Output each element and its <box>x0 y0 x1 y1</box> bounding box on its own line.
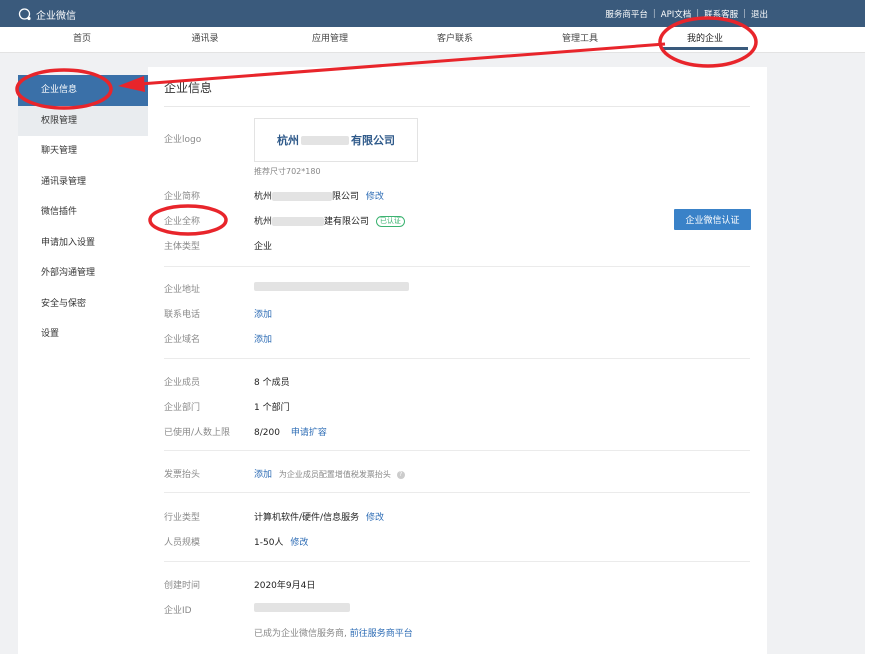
created-time-label: 创建时间 <box>164 581 201 591</box>
member-limit-value: 8/200 申请扩容 <box>254 425 327 438</box>
sidebar-item-contacts-management[interactable]: 通讯录管理 <box>18 167 148 198</box>
top-bar: 企业微信 服务商平台 | API文档 | 联系客服 | 退出 <box>0 0 865 27</box>
redacted-block <box>272 217 325 226</box>
full-name-label: 企业全称 <box>164 217 201 227</box>
member-limit-label: 已使用/人数上限 <box>164 428 231 438</box>
section-divider <box>164 561 750 562</box>
address-label: 企业地址 <box>164 285 201 295</box>
logo-text-end: 有限公司 <box>351 134 395 147</box>
full-name-value: 杭州 建有限公司 已认证 <box>254 214 405 227</box>
edit-industry-link[interactable]: 修改 <box>366 513 384 523</box>
full-name-suffix: 建有限公司 <box>324 217 370 227</box>
invoice-value: 添加 为企业成员配置增值税发票抬头 ? <box>254 467 405 480</box>
short-name-suffix: 限公司 <box>332 192 360 202</box>
verified-badge: 已认证 <box>375 216 405 227</box>
section-divider <box>164 450 750 451</box>
active-tab-indicator <box>663 47 748 50</box>
sidebar-item-join-settings[interactable]: 申请加入设置 <box>18 228 148 259</box>
divider: | <box>652 9 656 19</box>
logo-text-start: 杭州 <box>277 134 299 147</box>
members-label: 企业成员 <box>164 378 201 388</box>
divider: | <box>743 9 746 19</box>
wecom-certify-button[interactable]: 企业微信认证 <box>674 209 751 230</box>
sidebar-item-settings[interactable]: 设置 <box>18 319 148 350</box>
add-phone-link[interactable]: 添加 <box>254 307 272 320</box>
phone-label: 联系电话 <box>164 310 201 320</box>
redacted-block <box>254 603 350 612</box>
sidebar-item-permissions[interactable]: 权限管理 <box>18 105 148 136</box>
help-icon[interactable]: ? <box>396 470 405 479</box>
app-name: 企业微信 <box>36 10 76 22</box>
corp-id-value <box>254 603 350 613</box>
edit-staff-size-link[interactable]: 修改 <box>290 538 308 548</box>
tab-management-tools[interactable]: 管理工具 <box>540 27 620 52</box>
invoice-note: 为企业成员配置增值税发票抬头 <box>278 470 391 479</box>
sidebar-item-company-info[interactable]: 企业信息 <box>18 75 148 106</box>
logo-size-hint: 推荐尺寸702*180 <box>254 167 321 176</box>
top-links: 服务商平台 | API文档 | 联系客服 | 退出 <box>605 8 768 20</box>
sidebar-item-chat-management[interactable]: 聊天管理 <box>18 136 148 167</box>
full-name-prefix: 杭州 <box>254 217 273 227</box>
staff-size-label: 人员规模 <box>164 538 201 548</box>
sidebar-item-external-communication[interactable]: 外部沟通管理 <box>18 258 148 289</box>
staff-size-text: 1-50人 <box>254 538 284 548</box>
provider-note-text: 已成为企业微信服务商, <box>254 629 347 639</box>
link-provider-platform[interactable]: 服务商平台 <box>605 8 648 20</box>
add-domain-link[interactable]: 添加 <box>254 332 272 345</box>
departments-label: 企业部门 <box>164 403 201 413</box>
staff-size-value: 1-50人 修改 <box>254 535 308 548</box>
page-title: 企业信息 <box>164 81 213 95</box>
sidebar-item-security[interactable]: 安全与保密 <box>18 289 148 320</box>
corp-id-label: 企业ID <box>164 606 192 616</box>
request-expansion-link[interactable]: 申请扩容 <box>291 428 327 438</box>
short-name-label: 企业简称 <box>164 192 201 202</box>
entity-type-label: 主体类型 <box>164 242 201 252</box>
industry-value: 计算机软件/硬件/信息服务 修改 <box>254 510 384 523</box>
industry-text: 计算机软件/硬件/信息服务 <box>254 513 360 523</box>
invoice-label: 发票抬头 <box>164 470 201 480</box>
departments-value: 1 个部门 <box>254 403 290 413</box>
wecom-logo-icon <box>18 7 31 20</box>
tab-contacts[interactable]: 通讯录 <box>165 27 245 52</box>
redacted-block <box>272 192 333 201</box>
logo-label: 企业logo <box>164 135 202 145</box>
created-time-value: 2020年9月4日 <box>254 581 316 591</box>
provider-note: 已成为企业微信服务商, 前往服务商平台 <box>254 626 413 639</box>
industry-label: 行业类型 <box>164 513 201 523</box>
tab-home[interactable]: 首页 <box>42 27 122 52</box>
redacted-block <box>301 135 349 145</box>
divider: | <box>696 9 700 19</box>
tab-apps[interactable]: 应用管理 <box>290 27 370 52</box>
link-logout[interactable]: 退出 <box>751 8 768 20</box>
edit-short-name-link[interactable]: 修改 <box>366 192 384 202</box>
tab-customer-contact[interactable]: 客户联系 <box>415 27 495 52</box>
short-name-value: 杭州 限公司 修改 <box>254 189 384 202</box>
member-limit-number: 8/200 <box>254 428 280 438</box>
sidebar: 企业信息 权限管理 聊天管理 通讯录管理 微信插件 申请加入设置 外部沟通管理 … <box>18 75 148 654</box>
provider-platform-link[interactable]: 前往服务商平台 <box>350 629 413 639</box>
redacted-block <box>254 282 409 291</box>
section-divider <box>164 358 750 359</box>
members-value: 8 个成员 <box>254 378 290 388</box>
short-name-prefix: 杭州 <box>254 192 273 202</box>
title-divider <box>164 106 750 107</box>
domain-label: 企业域名 <box>164 335 201 345</box>
address-value <box>254 282 409 292</box>
company-logo-box[interactable]: 杭州 有限公司 <box>254 118 418 162</box>
link-api-docs[interactable]: API文档 <box>661 8 691 20</box>
entity-type-value: 企业 <box>254 242 273 252</box>
link-contact-support[interactable]: 联系客服 <box>704 8 738 20</box>
app-logo[interactable]: 企业微信 <box>18 7 76 22</box>
scrollbar[interactable] <box>865 0 884 654</box>
section-divider <box>164 266 750 267</box>
add-invoice-link[interactable]: 添加 <box>254 470 272 480</box>
main-panel: 企业信息 企业logo 杭州 有限公司 推荐尺寸702*180 企业简称 杭州限… <box>148 67 767 654</box>
sidebar-item-wechat-plugin[interactable]: 微信插件 <box>18 197 148 228</box>
section-divider <box>164 492 750 493</box>
